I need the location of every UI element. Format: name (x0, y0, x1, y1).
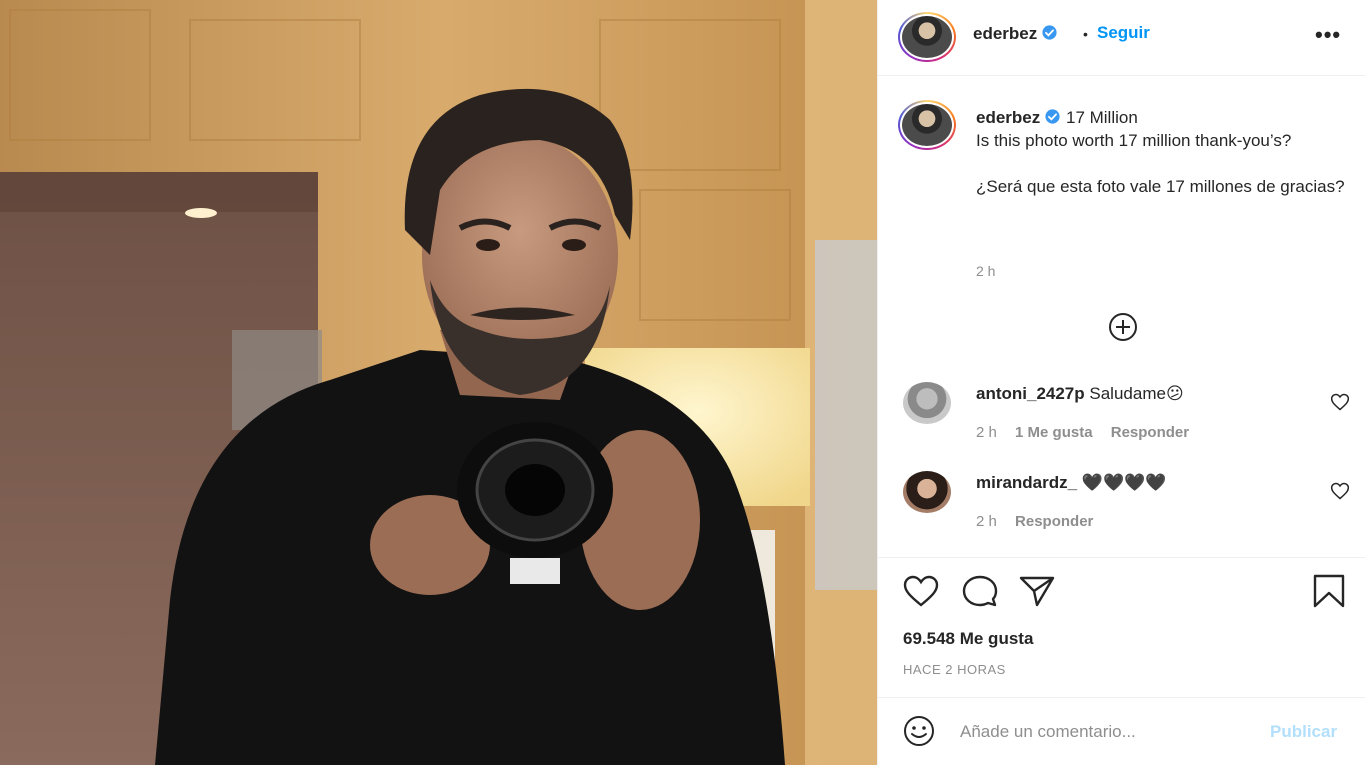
heart-icon[interactable] (1330, 481, 1350, 501)
bookmark-icon[interactable] (1310, 574, 1348, 608)
comment-input[interactable] (960, 718, 1260, 746)
author-username[interactable]: ederbez (973, 24, 1037, 43)
reply-button[interactable]: Responder (1015, 513, 1093, 530)
avatar-image (902, 104, 952, 146)
comment-text: 🖤🖤🖤🖤 (1081, 473, 1167, 492)
plus-circle-icon[interactable] (1106, 312, 1140, 342)
verified-badge-icon (1042, 25, 1057, 40)
comment-composer: Publicar (878, 697, 1365, 765)
reply-button[interactable]: Responder (1111, 424, 1189, 441)
comment-time[interactable]: 2 h (976, 424, 997, 441)
post-photo[interactable] (0, 0, 877, 765)
post-header: ederbez • Seguir ••• (878, 0, 1365, 76)
caption-text-line3: ¿Será que esta foto vale 17 millones de … (976, 177, 1345, 196)
commenter-username[interactable]: mirandardz_ (976, 473, 1077, 492)
commenter-avatar[interactable] (903, 382, 951, 424)
comment-text: Saludame😕 (1089, 384, 1184, 403)
comment-likes[interactable]: 1 Me gusta (1015, 424, 1093, 441)
comment-bubble-icon[interactable] (961, 574, 999, 608)
photo-illustration (0, 0, 877, 765)
publish-button[interactable]: Publicar (1270, 722, 1337, 742)
commenter-avatar[interactable] (903, 471, 951, 513)
caption-text-line2: Is this photo worth 17 million thank-you… (976, 131, 1292, 150)
smiley-icon[interactable] (901, 715, 937, 747)
post-side-panel: ederbez • Seguir ••• ederbez 17 Million … (877, 0, 1365, 765)
caption-spacer (976, 152, 1346, 175)
author-avatar[interactable] (898, 12, 956, 62)
comment-meta: 2 h 1 Me gusta Responder (976, 424, 1203, 441)
commenter-username[interactable]: antoni_2427p (976, 384, 1085, 403)
heart-icon[interactable] (902, 574, 940, 608)
author-name-row: ederbez (973, 24, 1058, 44)
caption-author-avatar[interactable] (898, 100, 956, 150)
caption-timestamp[interactable]: 2 h (976, 263, 995, 279)
comment-time[interactable]: 2 h (976, 513, 997, 530)
comment-meta: 2 h Responder (976, 513, 1107, 530)
more-options-button[interactable]: ••• (1315, 22, 1341, 48)
post-caption: ederbez 17 Million Is this photo worth 1… (976, 106, 1346, 198)
verified-badge-icon (1045, 109, 1060, 124)
caption-first-line: ederbez 17 Million (976, 106, 1346, 129)
heart-icon[interactable] (1330, 392, 1350, 412)
separator-dot: • (1083, 26, 1088, 42)
comment-line: antoni_2427p Saludame😕 (976, 384, 1184, 404)
comment-line: mirandardz_ 🖤🖤🖤🖤 (976, 473, 1167, 493)
follow-button[interactable]: Seguir (1097, 23, 1150, 43)
post-actions: 69.548 Me gusta HACE 2 HORAS (878, 557, 1365, 697)
caption-author-username[interactable]: ederbez (976, 108, 1040, 127)
paper-plane-icon[interactable] (1018, 574, 1056, 608)
like-count[interactable]: 69.548 Me gusta (903, 629, 1033, 649)
post-age[interactable]: HACE 2 HORAS (903, 662, 1006, 677)
avatar-image (902, 16, 952, 58)
caption-text-line1: 17 Million (1065, 108, 1138, 127)
